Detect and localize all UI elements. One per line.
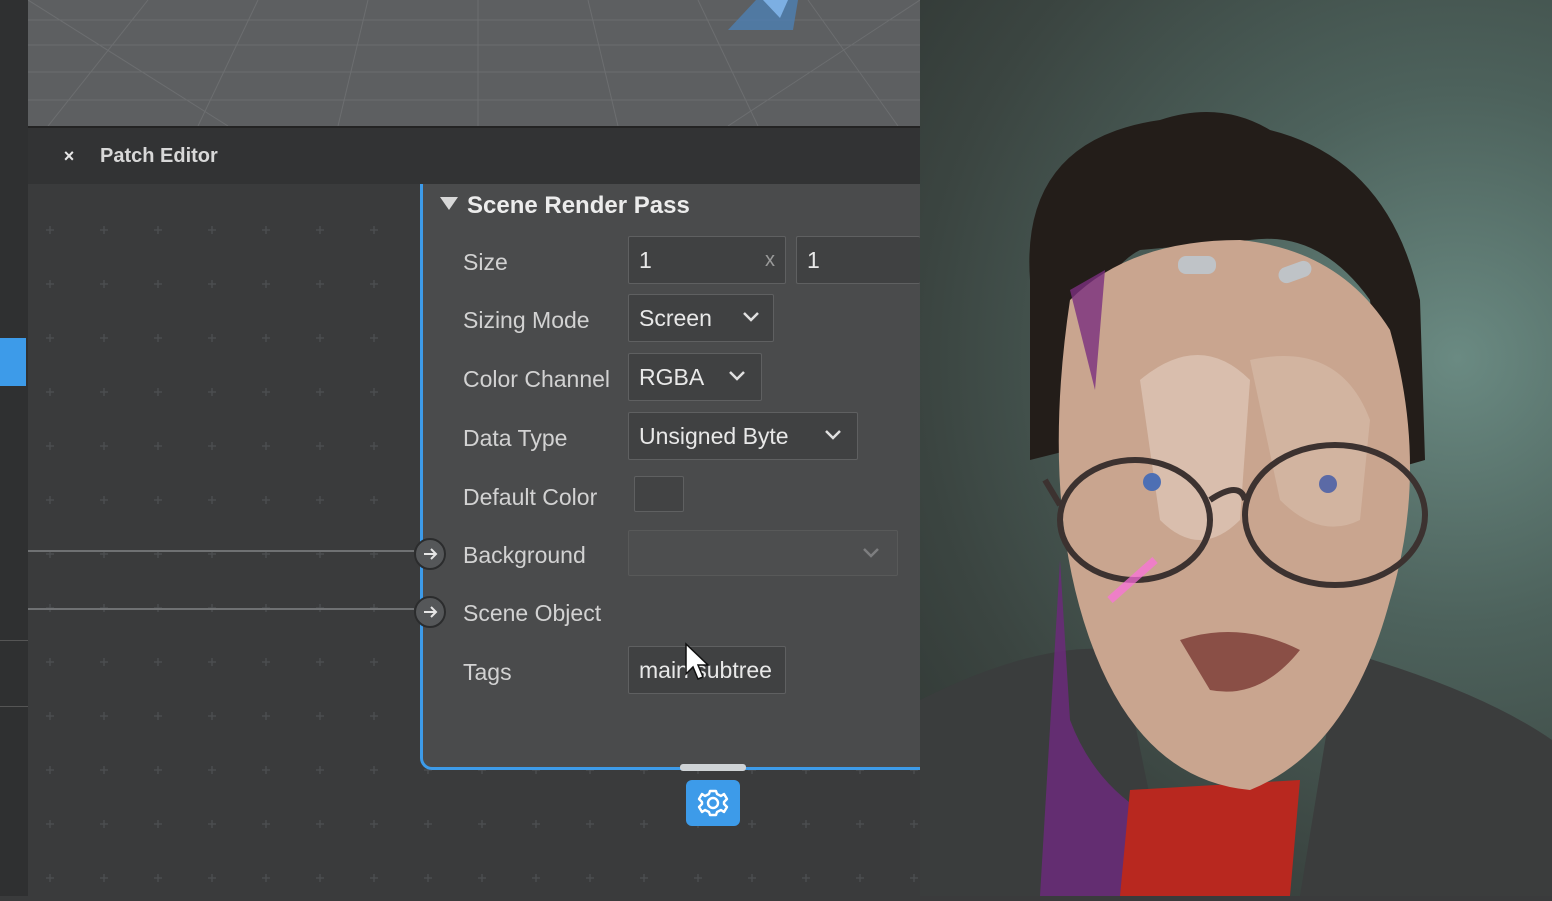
chevron-down-icon xyxy=(729,371,745,381)
sizing-mode-dropdown[interactable]: Screen xyxy=(628,294,774,342)
data-type-dropdown[interactable]: Unsigned Byte xyxy=(628,412,858,460)
connection-wire[interactable] xyxy=(28,608,414,610)
node-title: Scene Render Pass xyxy=(467,192,690,219)
sizing-mode-label: Sizing Mode xyxy=(463,307,590,333)
background-label: Background xyxy=(463,542,586,568)
sizing-mode-value: Screen xyxy=(639,305,712,331)
default-color-label: Default Color xyxy=(463,484,598,510)
node-settings-button[interactable] xyxy=(686,780,740,826)
tags-label: Tags xyxy=(463,659,512,685)
size-height-input[interactable]: 1 xyxy=(796,236,920,284)
size-width-value: 1 xyxy=(639,247,652,273)
size-separator: x xyxy=(765,249,775,271)
color-channel-value: RGBA xyxy=(639,364,705,390)
scene-object-input-port[interactable] xyxy=(414,596,446,628)
scene-viewport[interactable] xyxy=(28,0,920,126)
arrow-right-icon xyxy=(424,606,438,618)
size-width-input[interactable]: 1 x xyxy=(628,236,786,284)
panel-title: Patch Editor xyxy=(100,145,218,167)
left-sidebar-strip xyxy=(0,0,29,896)
default-color-swatch[interactable] xyxy=(634,476,684,512)
mouse-cursor-icon xyxy=(685,642,710,680)
divider xyxy=(0,706,28,707)
scene-object-label: Scene Object xyxy=(463,600,602,626)
background-dropdown[interactable] xyxy=(628,530,898,576)
size-height-value: 1 xyxy=(807,247,820,273)
webcam-video xyxy=(920,0,1552,896)
collapse-triangle-icon[interactable] xyxy=(440,197,458,210)
divider xyxy=(0,640,28,641)
connection-wire[interactable] xyxy=(28,550,414,552)
node-resize-handle[interactable] xyxy=(680,764,746,771)
chevron-down-icon xyxy=(743,312,759,322)
background-input-port[interactable] xyxy=(414,538,446,570)
data-type-value: Unsigned Byte xyxy=(639,423,789,449)
data-type-label: Data Type xyxy=(463,425,568,451)
arrow-right-icon xyxy=(424,548,438,560)
color-channel-dropdown[interactable]: RGBA xyxy=(628,353,762,401)
viewport-grid xyxy=(28,0,920,126)
size-label: Size xyxy=(463,249,508,275)
color-channel-label: Color Channel xyxy=(463,366,611,392)
chevron-down-icon xyxy=(863,548,879,558)
chevron-down-icon xyxy=(825,430,841,440)
selected-layer-indicator[interactable] xyxy=(0,338,26,386)
presenter-video-image xyxy=(920,112,1552,896)
gear-icon xyxy=(697,789,729,817)
close-icon[interactable]: × xyxy=(60,145,78,167)
